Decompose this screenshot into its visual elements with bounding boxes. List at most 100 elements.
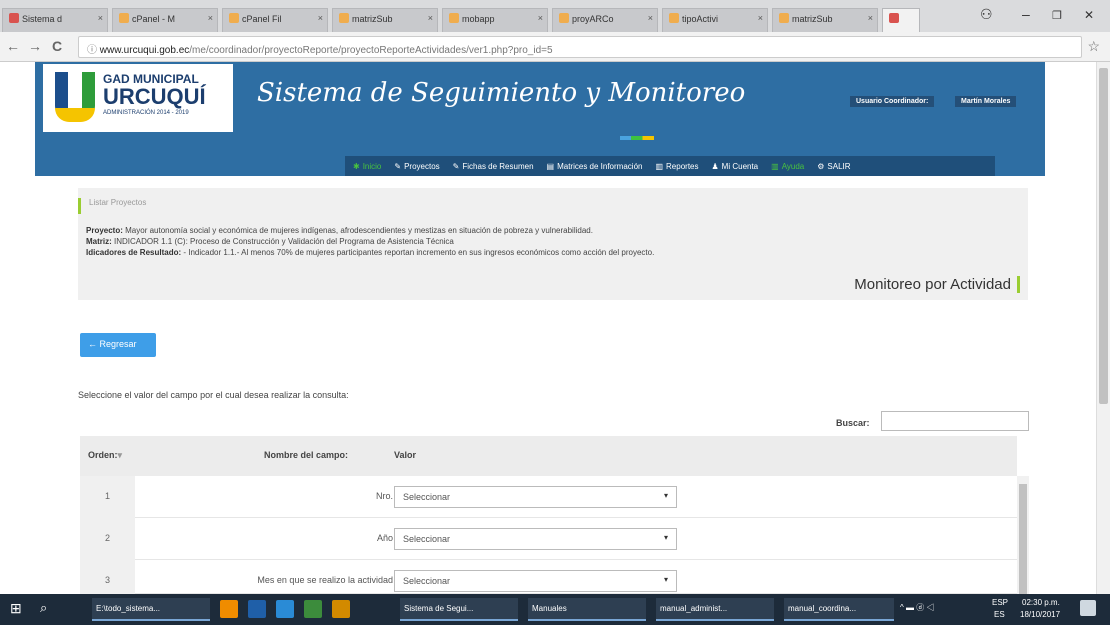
- title-color-bar: [620, 136, 654, 140]
- gear-icon: ⚙: [817, 161, 825, 171]
- windows-start-icon[interactable]: ⊞: [10, 600, 22, 617]
- taskbar-item-folder[interactable]: Manuales: [528, 598, 646, 621]
- clock-date[interactable]: 18/10/2017: [1020, 610, 1060, 619]
- favicon-icon: [449, 13, 459, 23]
- browser-tab[interactable]: cPanel - M ×: [112, 8, 218, 32]
- forward-icon[interactable]: →: [28, 38, 42, 54]
- favicon-icon: [889, 13, 899, 23]
- notification-icon[interactable]: [1080, 600, 1096, 616]
- address-bar: ← → C ⓘ www.urcuqui.gob.ec/me/coordinado…: [0, 32, 1110, 62]
- header-order[interactable]: Orden:▾: [88, 450, 122, 461]
- language-indicator[interactable]: ESP: [992, 598, 1008, 607]
- header-value[interactable]: Valor: [394, 450, 416, 460]
- report-icon: ▥: [655, 161, 664, 171]
- back-button[interactable]: ← Regresar: [80, 333, 156, 357]
- breadcrumb[interactable]: Listar Proyectos: [78, 198, 146, 214]
- close-icon[interactable]: ×: [758, 13, 763, 23]
- nav-item-ayuda[interactable]: ▥ Ayuda: [771, 162, 804, 171]
- nav-item-reportes[interactable]: ▥ Reportes: [655, 162, 698, 171]
- user-role-label: Usuario Coordinador:: [850, 96, 935, 107]
- app-icon[interactable]: [276, 600, 294, 618]
- row-order: 2: [80, 518, 135, 560]
- header-field[interactable]: Nombre del campo:: [264, 450, 348, 460]
- taskbar-item-explorer[interactable]: E:\todo_sistema...: [92, 598, 210, 621]
- table-header: Orden:▾ Nombre del campo: Valor: [80, 436, 1017, 476]
- nav-item-salir[interactable]: ⚙ SALIR: [817, 162, 850, 171]
- favicon-icon: [779, 13, 789, 23]
- app-icon[interactable]: [220, 600, 238, 618]
- table-row: 3 Mes en que se realizo la actividad Sel…: [80, 560, 1017, 594]
- back-icon[interactable]: ←: [6, 38, 20, 54]
- app-icon[interactable]: [248, 600, 266, 618]
- row-order: 3: [80, 560, 135, 594]
- sort-icon: ▾: [117, 450, 123, 460]
- windows-taskbar: ⊞ ⌕ E:\todo_sistema... Sistema de Segui.…: [0, 594, 1110, 625]
- browser-tab[interactable]: Sistema d ×: [2, 8, 108, 32]
- nav-item-inicio[interactable]: ✱ Inicio: [353, 162, 381, 171]
- close-icon[interactable]: ×: [538, 13, 543, 23]
- region-indicator: ES: [994, 610, 1005, 619]
- logo-line3: ADMINISTRACIÓN 2014 - 2019: [103, 110, 189, 116]
- browser-tab[interactable]: cPanel Fil ×: [222, 8, 328, 32]
- app-icon[interactable]: [332, 600, 350, 618]
- user-name: Martín Morales: [955, 96, 1017, 107]
- url-host: www.urcuqui.gob.ec: [99, 45, 190, 56]
- browser-tab[interactable]: matrizSub ×: [332, 8, 438, 32]
- close-window-icon[interactable]: ✕: [1084, 8, 1094, 22]
- browser-tab[interactable]: matrizSub ×: [772, 8, 878, 32]
- municipal-logo[interactable]: GAD MUNICIPAL URCUQUÍ ADMINISTRACIÓN 201…: [43, 64, 233, 132]
- logo-u-icon: [55, 72, 95, 122]
- reload-icon[interactable]: C: [52, 38, 62, 54]
- url-input[interactable]: ⓘ www.urcuqui.gob.ec/me/coordinador/proy…: [78, 36, 1082, 58]
- table-scrollbar-thumb[interactable]: [1019, 484, 1027, 594]
- nav-item-mi-cuenta[interactable]: ♟ Mi Cuenta: [712, 162, 759, 171]
- close-icon[interactable]: ×: [98, 13, 103, 23]
- taskbar-item-browser[interactable]: Sistema de Segui...: [400, 598, 518, 621]
- main-nav-menu: ✱ Inicio ✎ Proyectos ✎ Fichas de Resumen ▤ M…: [345, 156, 995, 176]
- browser-tab-active[interactable]: [882, 8, 920, 32]
- browser-tab[interactable]: mobapp ×: [442, 8, 548, 32]
- info-icon[interactable]: ⓘ: [87, 45, 97, 56]
- user-icon: ♟: [711, 161, 719, 171]
- nav-item-matrices[interactable]: ▤ Matrices de Información: [547, 162, 643, 171]
- table-row: 1 Nro. Seleccionar ▾: [80, 476, 1017, 518]
- close-icon[interactable]: ×: [648, 13, 653, 23]
- dreamweaver-icon[interactable]: [304, 600, 322, 618]
- favicon-icon: [339, 13, 349, 23]
- favicon-icon: [229, 13, 239, 23]
- site-header: GAD MUNICIPAL URCUQUÍ ADMINISTRACIÓN 201…: [35, 62, 1045, 176]
- page-title: Monitoreo por Actividad: [854, 276, 1020, 293]
- home-icon: ✱: [353, 161, 360, 171]
- bookmark-star-icon[interactable]: ☆: [1087, 38, 1100, 55]
- tray-icons[interactable]: ^ ▬ ⓓ ◁: [900, 602, 934, 613]
- scrollbar-thumb[interactable]: [1099, 68, 1108, 404]
- clock-time[interactable]: 02:30 p.m.: [1022, 598, 1060, 607]
- search-icon[interactable]: ⌕: [40, 600, 47, 616]
- row-order: 1: [80, 476, 135, 518]
- search-input[interactable]: [881, 411, 1029, 431]
- taskbar-item-word[interactable]: manual_coordina...: [784, 598, 894, 621]
- close-icon[interactable]: ×: [428, 13, 433, 23]
- nav-item-fichas[interactable]: ✎ Fichas de Resumen: [453, 162, 534, 171]
- close-icon[interactable]: ×: [868, 13, 873, 23]
- value-select[interactable]: Seleccionar ▾: [394, 486, 677, 508]
- taskbar-item-word[interactable]: manual_administ...: [656, 598, 774, 621]
- close-icon[interactable]: ×: [318, 13, 323, 23]
- value-select[interactable]: Seleccionar ▾: [394, 570, 677, 592]
- profile-icon[interactable]: ⚇: [980, 6, 993, 23]
- instruction-text: Seleccione el valor del campo por el cua…: [78, 390, 349, 400]
- page-scrollbar[interactable]: [1096, 62, 1110, 594]
- browser-tab[interactable]: proyARCo ×: [552, 8, 658, 32]
- favicon-icon: [119, 13, 129, 23]
- table-icon: ▤: [546, 161, 555, 171]
- minimize-icon[interactable]: –: [1022, 6, 1030, 22]
- browser-tab[interactable]: tipoActivi ×: [662, 8, 768, 32]
- nav-item-proyectos[interactable]: ✎ Proyectos: [394, 162, 439, 171]
- table-scrollbar[interactable]: [1017, 476, 1029, 594]
- project-info-panel: Listar Proyectos Proyecto: Mayor autonom…: [78, 188, 1028, 300]
- maximize-icon[interactable]: ❐: [1052, 9, 1062, 22]
- favicon-icon: [669, 13, 679, 23]
- search-label: Buscar:: [836, 418, 870, 428]
- value-select[interactable]: Seleccionar ▾: [394, 528, 677, 550]
- close-icon[interactable]: ×: [208, 13, 213, 23]
